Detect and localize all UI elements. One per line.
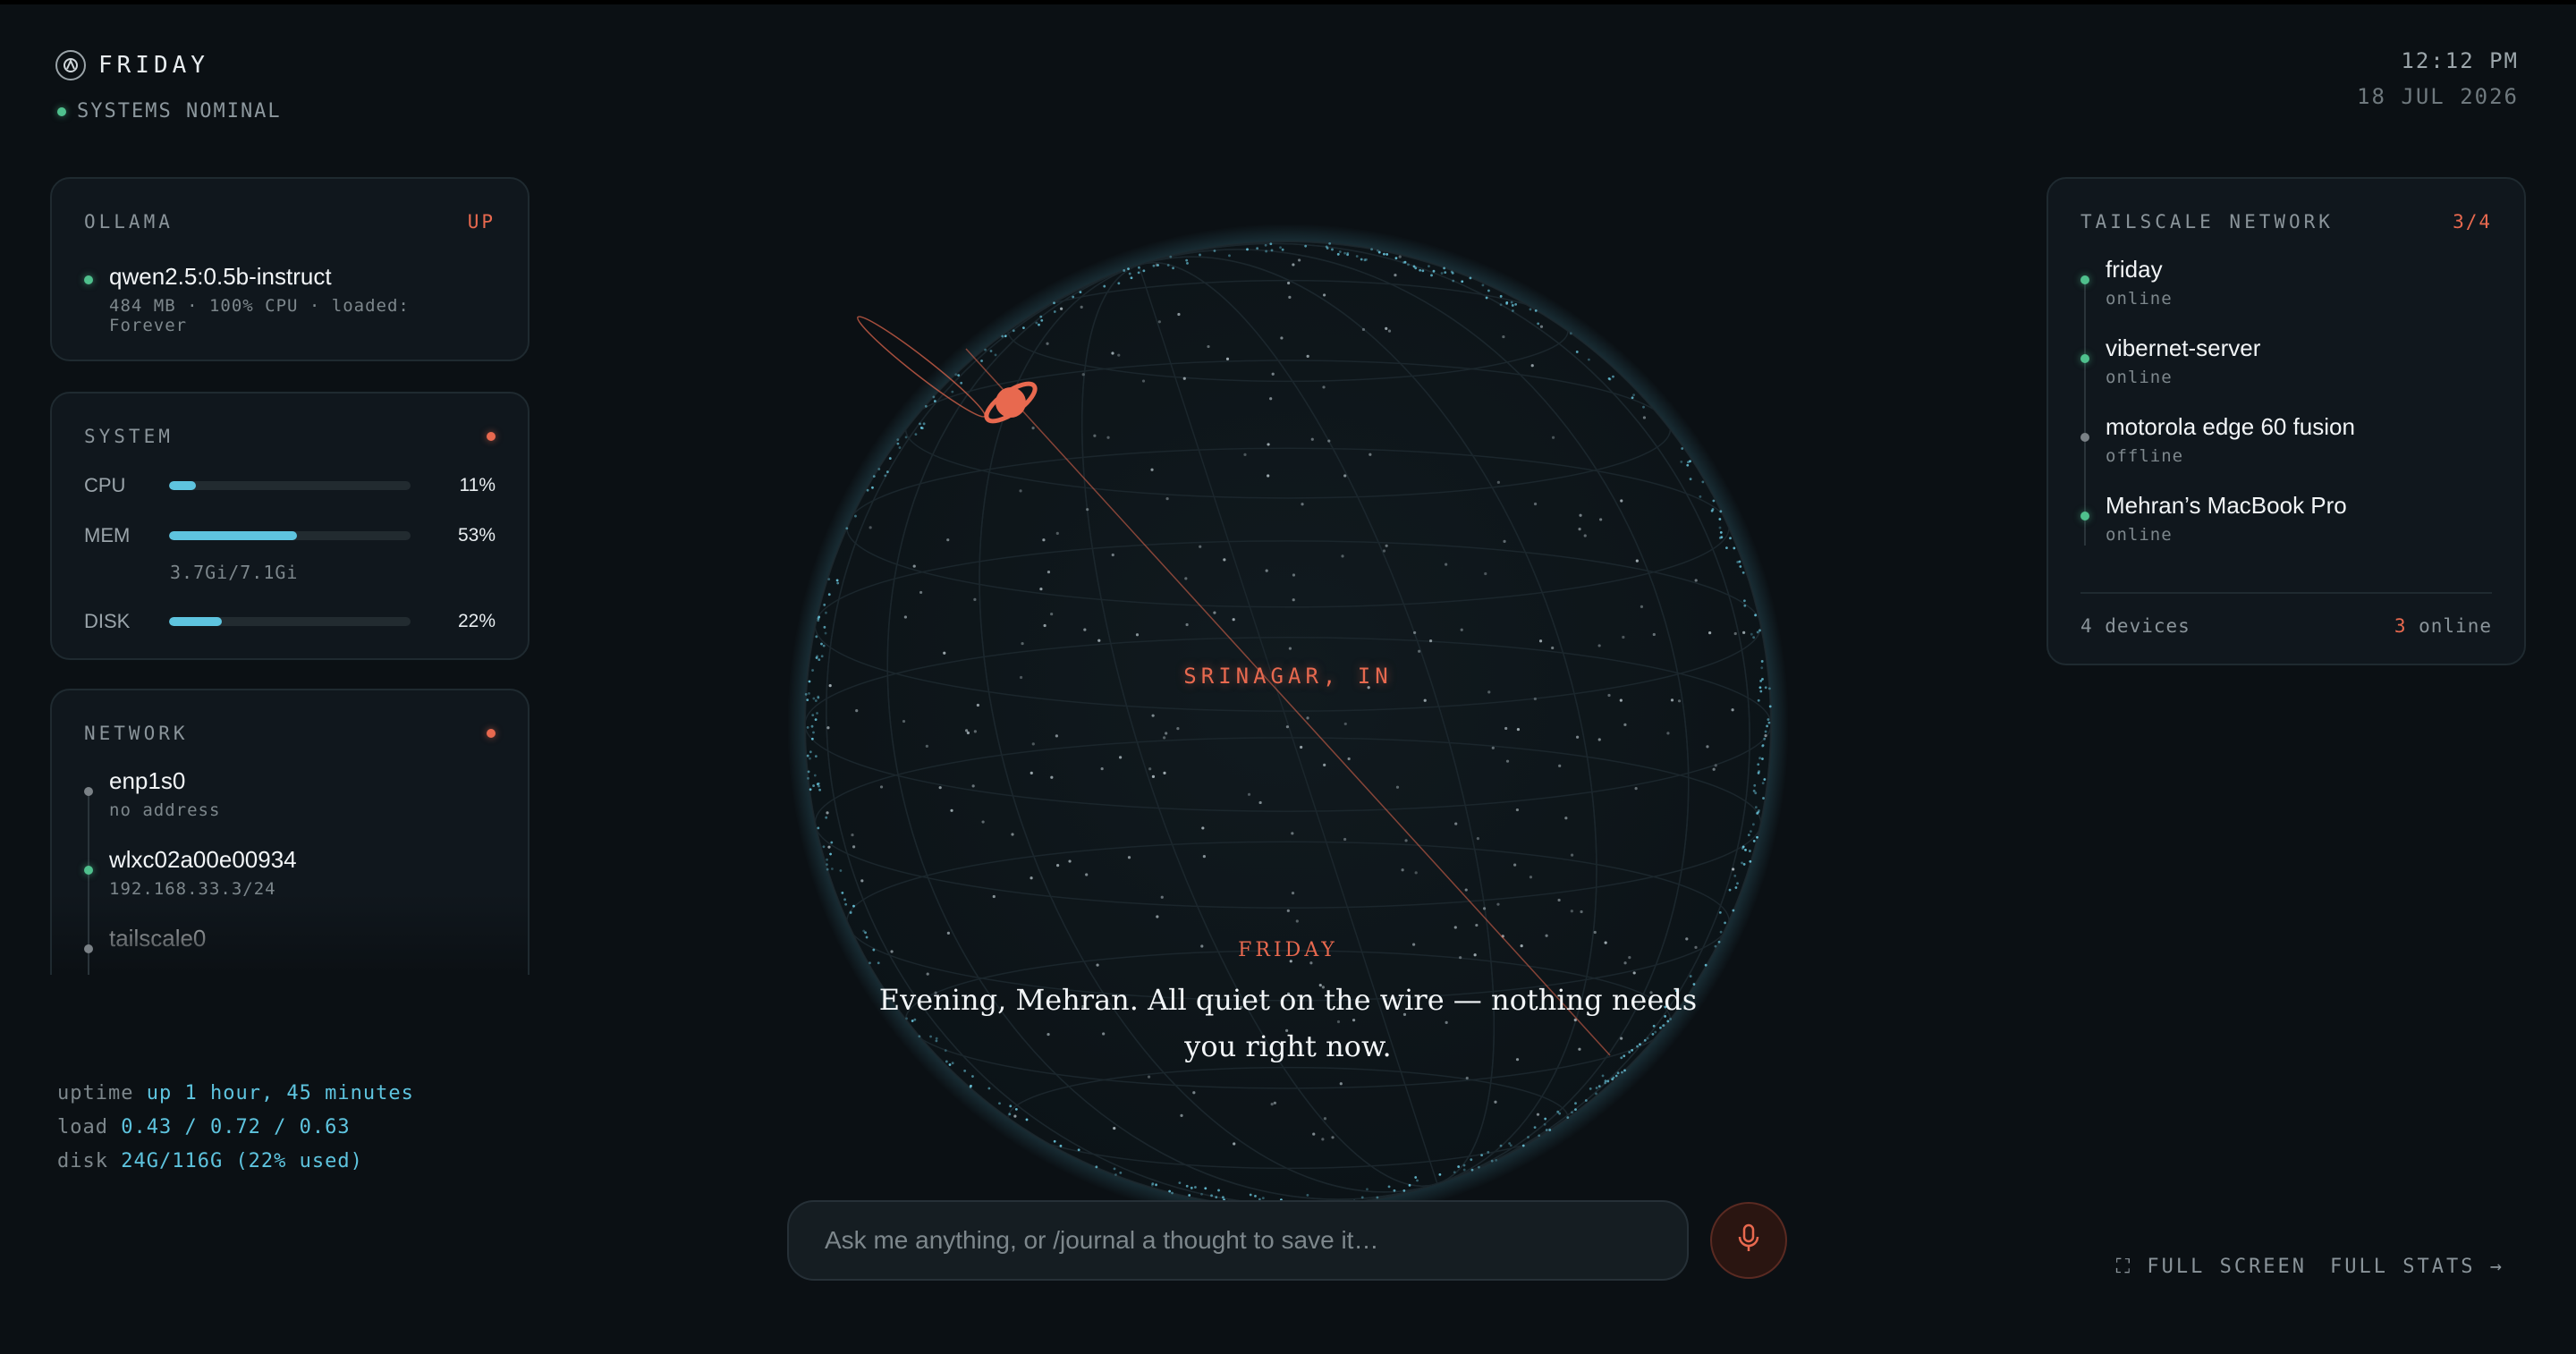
disk-meter: DISK 22% bbox=[84, 610, 496, 633]
tailscale-footer: 4 devices 3 online bbox=[2080, 592, 2492, 637]
globe-visual bbox=[787, 224, 1789, 1225]
planet-icon bbox=[996, 387, 1026, 418]
ollama-state-badge: UP bbox=[467, 211, 496, 233]
device-name: friday bbox=[2106, 256, 2163, 283]
meter-label: MEM bbox=[84, 524, 131, 546]
meter-fill bbox=[169, 617, 223, 626]
meter-label: CPU bbox=[84, 474, 126, 496]
footer-actions: ⛶ FULL SCREEN FULL STATS → bbox=[2116, 1256, 2504, 1278]
logo-icon bbox=[55, 50, 86, 80]
top-edge bbox=[0, 0, 2576, 4]
disk-line: disk 24G/116G (22% used) bbox=[57, 1145, 414, 1179]
model-status-dot bbox=[84, 275, 93, 284]
ollama-panel: OLLAMA UP qwen2.5:0.5b-instruct 484 MB ·… bbox=[50, 177, 530, 361]
device-item[interactable]: motorola edge 60 fusion offline bbox=[2080, 413, 2492, 492]
tailscale-title: TAILSCALE NETWORK bbox=[2080, 211, 2334, 233]
interface-name: enp1s0 bbox=[109, 767, 186, 794]
list-connector bbox=[2084, 281, 2086, 546]
interface-item: wlxc02a00e00934 192.168.33.3/24 bbox=[84, 846, 496, 925]
device-status: online bbox=[2106, 368, 2173, 387]
load-label: load bbox=[57, 1116, 108, 1138]
device-list: friday online vibernet-server online mot… bbox=[2080, 256, 2492, 571]
meter-value: 11% bbox=[459, 475, 496, 495]
clock: 12:12 PM 18 JUL 2026 bbox=[2357, 48, 2519, 109]
mic-button[interactable] bbox=[1710, 1202, 1787, 1279]
fullscreen-button[interactable]: ⛶ FULL SCREEN bbox=[2116, 1256, 2307, 1278]
system-panel: SYSTEM CPU 11% MEM 53% 3.7Gi/7.1Gi DISK … bbox=[50, 392, 530, 660]
model-item: qwen2.5:0.5b-instruct 484 MB · 100% CPU … bbox=[84, 263, 496, 335]
disk-value: 24G/116G (22% used) bbox=[121, 1150, 363, 1172]
prompt-box[interactable] bbox=[787, 1200, 1689, 1281]
system-status: SYSTEMS NOMINAL bbox=[57, 100, 282, 123]
device-status-dot bbox=[2080, 275, 2089, 284]
meter-value: 53% bbox=[457, 525, 496, 546]
uptime-value: up 1 hour, 45 minutes bbox=[146, 1082, 414, 1104]
online-count: 3 bbox=[2394, 615, 2407, 637]
greeting-message: Evening, Mehran. All quiet on the wire —… bbox=[878, 983, 1698, 1063]
disk-label: disk bbox=[57, 1150, 108, 1172]
device-total: 4 devices bbox=[2080, 615, 2190, 637]
mem-note: 3.7Gi/7.1Gi bbox=[170, 562, 299, 583]
prompt-input[interactable] bbox=[789, 1202, 1687, 1279]
clock-time: 12:12 PM bbox=[2401, 48, 2519, 73]
interface-detail: 192.168.33.3/24 bbox=[109, 879, 276, 899]
clock-date: 18 JUL 2026 bbox=[2357, 84, 2519, 109]
meter-track bbox=[169, 531, 411, 540]
network-title: NETWORK bbox=[84, 723, 189, 744]
interface-name: wlxc02a00e00934 bbox=[109, 846, 297, 873]
interface-status-dot bbox=[84, 944, 93, 953]
status-dot bbox=[57, 106, 66, 116]
device-status: offline bbox=[2106, 446, 2184, 466]
device-name: motorola edge 60 fusion bbox=[2106, 413, 2355, 440]
device-status: online bbox=[2106, 525, 2173, 545]
system-title: SYSTEM bbox=[84, 426, 174, 447]
system-indicator-dot bbox=[487, 432, 496, 441]
load-value: 0.43 / 0.72 / 0.63 bbox=[121, 1116, 351, 1138]
interface-item: enp1s0 no address bbox=[84, 767, 496, 846]
greeting-label: FRIDAY bbox=[1238, 939, 1338, 961]
mem-meter: MEM 53% bbox=[84, 524, 496, 547]
meter-label: DISK bbox=[84, 610, 131, 632]
system-info: uptime up 1 hour, 45 minutes load 0.43 /… bbox=[57, 1077, 414, 1179]
interface-list: enp1s0 no address wlxc02a00e00934 192.16… bbox=[84, 767, 496, 975]
brand-name: FRIDAY bbox=[98, 52, 209, 79]
device-item[interactable]: Mehran’s MacBook Pro online bbox=[2080, 492, 2492, 571]
interface-status-dot bbox=[84, 866, 93, 875]
model-details: 484 MB · 100% CPU · loaded: Forever bbox=[109, 296, 410, 335]
network-panel[interactable]: NETWORK enp1s0 no address wlxc02a00e0093… bbox=[50, 689, 530, 975]
uptime-line: uptime up 1 hour, 45 minutes bbox=[57, 1077, 414, 1111]
meter-track bbox=[169, 617, 411, 626]
ollama-title: OLLAMA bbox=[84, 211, 174, 233]
interface-detail: no address bbox=[109, 800, 221, 820]
device-status: online bbox=[2106, 289, 2173, 309]
full-stats-link[interactable]: FULL STATS → bbox=[2330, 1256, 2504, 1278]
device-name: Mehran’s MacBook Pro bbox=[2106, 492, 2347, 519]
status-text: SYSTEMS NOMINAL bbox=[77, 100, 282, 123]
meter-value: 22% bbox=[457, 611, 496, 631]
load-line: load 0.43 / 0.72 / 0.63 bbox=[57, 1111, 414, 1145]
device-status-dot bbox=[2080, 354, 2089, 363]
microphone-icon bbox=[1737, 1223, 1760, 1258]
meter-fill bbox=[169, 531, 298, 540]
interface-status-dot bbox=[84, 787, 93, 796]
meter-fill bbox=[169, 481, 196, 490]
device-status-dot bbox=[2080, 512, 2089, 520]
location-label: SRINAGAR, IN bbox=[1183, 664, 1393, 689]
device-item[interactable]: friday online bbox=[2080, 256, 2492, 334]
device-status-dot bbox=[2080, 433, 2089, 442]
network-indicator-dot bbox=[487, 729, 496, 738]
model-name: qwen2.5:0.5b-instruct bbox=[109, 263, 332, 290]
uptime-label: uptime bbox=[57, 1082, 134, 1104]
online-label: online bbox=[2419, 615, 2492, 637]
interface-name: tailscale0 bbox=[109, 925, 207, 952]
brand: FRIDAY bbox=[55, 50, 209, 80]
device-item[interactable]: vibernet-server online bbox=[2080, 334, 2492, 413]
meter-track bbox=[169, 481, 411, 490]
online-summary: 3 online bbox=[2394, 615, 2492, 637]
interface-item: tailscale0 bbox=[84, 925, 496, 975]
device-name: vibernet-server bbox=[2106, 334, 2261, 361]
tailscale-panel: TAILSCALE NETWORK 3/4 friday online vibe… bbox=[2046, 177, 2526, 665]
cpu-meter: CPU 11% bbox=[84, 474, 496, 497]
tailscale-count-badge: 3/4 bbox=[2453, 211, 2492, 233]
